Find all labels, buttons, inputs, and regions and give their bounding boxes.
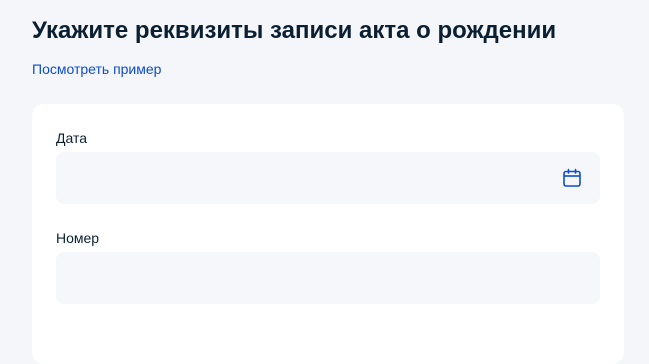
- date-field-container[interactable]: [56, 152, 600, 204]
- view-example-link[interactable]: Посмотреть пример: [32, 59, 161, 79]
- calendar-icon[interactable]: [562, 168, 582, 188]
- date-label: Дата: [56, 130, 88, 146]
- number-label: Номер: [56, 230, 100, 246]
- date-input[interactable]: [56, 152, 600, 204]
- page-title: Укажите реквизиты записи акта о рождении: [32, 17, 557, 44]
- form-card: Дата Номер: [32, 104, 624, 364]
- number-input[interactable]: [56, 252, 600, 304]
- number-field-container[interactable]: [56, 252, 600, 304]
